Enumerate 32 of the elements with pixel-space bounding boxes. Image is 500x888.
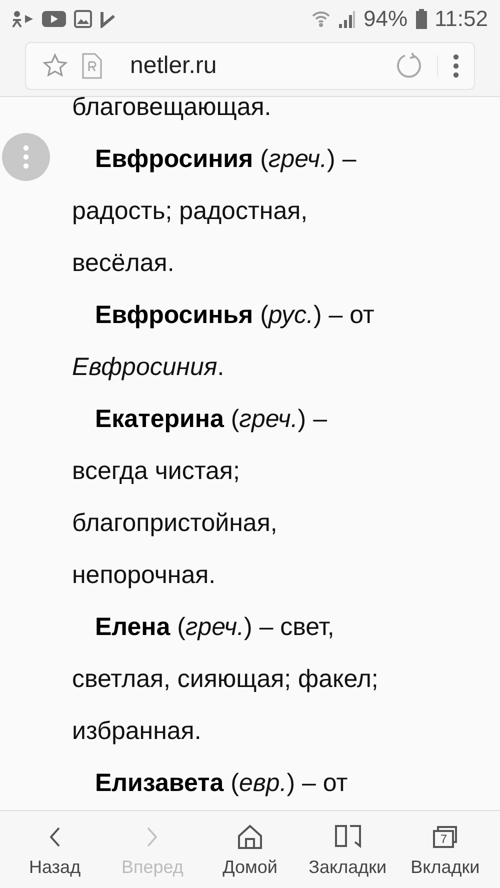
more-icon: [23, 145, 29, 169]
wifi-icon: [312, 10, 330, 28]
paragraph: Евфросиния (греч.) – радость; радостная, весёлая.: [72, 144, 358, 279]
notification-icon: [12, 10, 34, 28]
clock: 11:52: [434, 6, 488, 32]
nav-back-button[interactable]: Назад: [6, 811, 104, 888]
paragraph: благовещающая.: [72, 97, 272, 123]
home-icon: [236, 823, 264, 851]
chevron-right-icon: [147, 827, 158, 847]
more-icon[interactable]: [452, 53, 460, 79]
check-icon: [100, 10, 116, 28]
address-bar[interactable]: netler.ru: [25, 42, 475, 90]
tabs-icon: [431, 823, 460, 851]
menu-button[interactable]: [2, 133, 50, 181]
chevron-left-icon: [50, 827, 60, 847]
battery-percent: 94%: [364, 6, 408, 32]
paragraph: Елена (греч.) – свет, светлая, сияющая; факел; избранная.: [72, 612, 380, 747]
reader-icon[interactable]: [82, 53, 102, 79]
book-icon: [334, 823, 362, 851]
paragraph: Елизавета (евр.) – от: [94, 768, 349, 799]
video-icon: [42, 11, 66, 27]
nav-bookmarks-button[interactable]: Закладки: [298, 811, 396, 888]
nav-tabs-button[interactable]: 7 Вкладки: [396, 811, 494, 888]
battery-icon: [416, 9, 427, 29]
tab-count: 7: [439, 831, 448, 847]
image-icon: [74, 10, 92, 28]
star-icon[interactable]: [42, 53, 68, 79]
reload-icon[interactable]: [395, 52, 423, 80]
paragraph: Евфросинья (рус.) – от Евфросиния.: [72, 300, 376, 383]
paragraph: Екатерина (греч.) – всегда чистая; благопристойная, непорочная.: [72, 404, 328, 591]
signal-icon: [338, 10, 356, 28]
nav-home-button[interactable]: Домой: [201, 811, 299, 888]
